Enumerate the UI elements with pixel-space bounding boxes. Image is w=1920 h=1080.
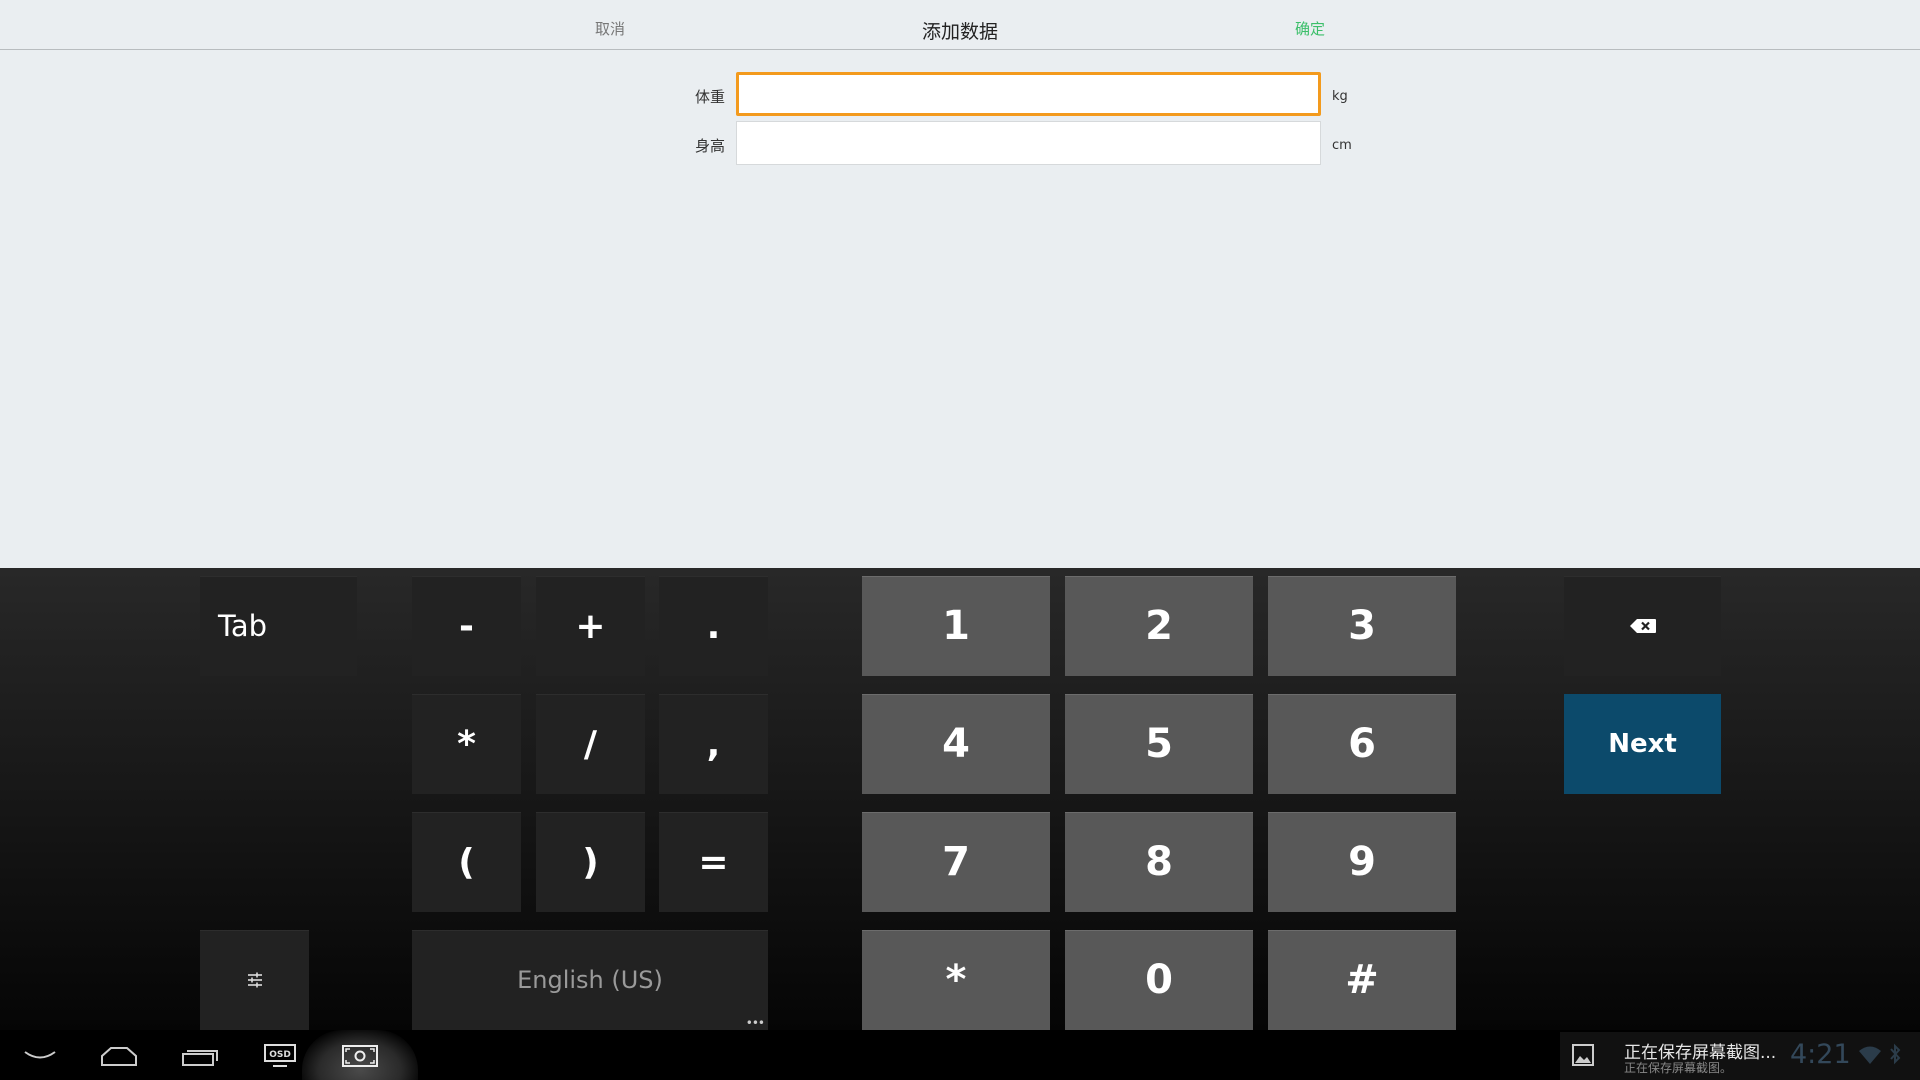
key-label: = [698,841,729,883]
key-3[interactable]: 3 [1268,576,1456,676]
key-label: ( [458,841,475,883]
key-label: 2 [1145,603,1173,649]
clock: 4:21 [1790,1039,1851,1070]
key-label: 5 [1145,721,1173,767]
home-button[interactable] [89,1036,149,1076]
key-label: . [706,605,721,647]
image-icon [1572,1044,1594,1066]
backspace-icon [1629,619,1656,633]
backspace-key[interactable] [1564,576,1721,676]
key-label: , [706,723,721,765]
key-0[interactable]: 0 [1065,930,1253,1030]
key-7[interactable]: 7 [862,812,1050,912]
key-label: - [459,605,474,647]
key-label: 4 [942,721,970,767]
key-label: ) [582,841,599,883]
key-period[interactable]: . [659,576,768,676]
keyboard-settings-key[interactable] [200,930,309,1030]
key-label: + [575,605,606,647]
wifi-icon [1859,1046,1881,1064]
language-label: English (US) [517,966,663,994]
key-comma[interactable]: , [659,694,768,794]
bluetooth-icon [1890,1043,1901,1065]
settings-sliders-icon [247,972,262,988]
recent-apps-button[interactable] [170,1036,230,1076]
hide-keyboard-icon [24,1051,56,1059]
key-open-paren[interactable]: ( [412,812,521,912]
screenshot-icon [342,1045,378,1067]
key-label: 6 [1348,721,1376,767]
weight-input[interactable] [736,72,1321,116]
next-label: Next [1608,729,1677,759]
osd-button[interactable]: OSD [250,1036,310,1076]
weight-label: 体重 [694,88,725,106]
key-6[interactable]: 6 [1268,694,1456,794]
screenshot-button[interactable] [330,1036,390,1076]
key-2[interactable]: 2 [1065,576,1253,676]
key-label: 0 [1145,957,1173,1003]
notification-subtitle: 正在保存屏幕截图。 [1624,1061,1733,1075]
page-title: 添加数据 [921,21,998,43]
key-4[interactable]: 4 [862,694,1050,794]
key-label: / [583,723,598,765]
key-8[interactable]: 8 [1065,812,1253,912]
key-slash[interactable]: / [536,694,645,794]
key-label: * [945,957,967,1003]
key-9[interactable]: 9 [1268,812,1456,912]
key-minus[interactable]: - [412,576,521,676]
numeric-keyboard: Tab - + . * / , ( ) = English (US) ••• 1… [0,568,1920,1030]
key-1[interactable]: 1 [862,576,1050,676]
language-space-key[interactable]: English (US) ••• [412,930,768,1030]
osd-icon: OSD [264,1044,296,1067]
tab-key[interactable]: Tab [200,576,357,676]
tab-key-label: Tab [218,609,268,643]
key-5[interactable]: 5 [1065,694,1253,794]
key-label: # [1345,957,1379,1003]
next-button[interactable]: Next [1564,694,1721,794]
key-hash[interactable]: # [1268,930,1456,1030]
home-icon [101,1047,137,1066]
cancel-button[interactable]: 取消 [570,18,650,39]
osd-label: OSD [269,1050,291,1060]
weight-unit: kg [1332,89,1348,104]
system-bar: OSD 正在保存屏幕截图... 正在保存屏幕截图。 4:21 [0,1030,1920,1080]
height-unit: cm [1332,138,1352,153]
hide-keyboard-button[interactable] [10,1036,70,1076]
key-label: 8 [1145,839,1173,885]
key-close-paren[interactable]: ) [536,812,645,912]
height-row: 身高 cm [0,121,1920,167]
key-label: * [457,723,476,765]
action-bar: 取消 添加数据 确定 [0,0,1920,50]
key-label: 1 [942,603,970,649]
key-equals[interactable]: = [659,812,768,912]
confirm-button[interactable]: 确定 [1270,18,1350,39]
recent-apps-icon [182,1050,218,1066]
key-label: 7 [942,839,970,885]
height-input[interactable] [736,121,1321,165]
height-label: 身高 [694,137,725,155]
key-label: 9 [1348,839,1376,885]
key-asterisk[interactable]: * [412,694,521,794]
weight-row: 体重 kg [0,72,1920,118]
key-label: 3 [1348,603,1376,649]
key-plus[interactable]: + [536,576,645,676]
key-star[interactable]: * [862,930,1050,1030]
more-options-icon: ••• [745,1016,765,1030]
